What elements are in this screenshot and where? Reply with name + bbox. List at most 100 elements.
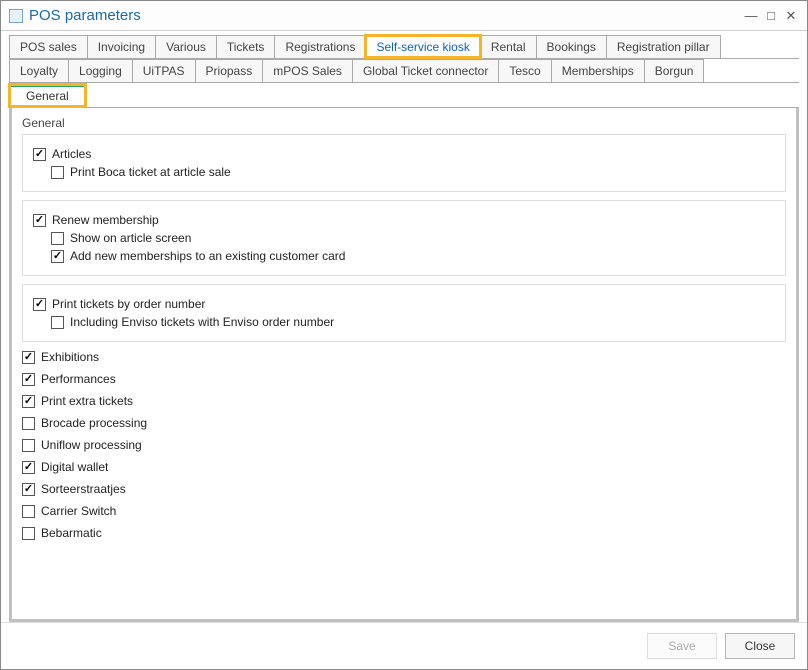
option-uniflow-processing: Uniflow processing bbox=[22, 438, 786, 452]
checkbox[interactable] bbox=[22, 417, 35, 430]
option-bebarmatic: Bebarmatic bbox=[22, 526, 786, 540]
option-add-new-memberships-to-an-existing-customer-card: Add new memberships to an existing custo… bbox=[51, 249, 775, 263]
subtabs-row: General bbox=[9, 84, 799, 108]
tab-label: Loyalty bbox=[20, 64, 58, 78]
tab-invoicing[interactable]: Invoicing bbox=[87, 35, 156, 58]
checkbox-label: Performances bbox=[41, 372, 116, 386]
tab-global-ticket-connector[interactable]: Global Ticket connector bbox=[352, 59, 499, 82]
tab-label: Bookings bbox=[547, 40, 596, 54]
tab-label: Rental bbox=[491, 40, 526, 54]
subtab-label: General bbox=[26, 89, 69, 103]
checkbox-label: Print tickets by order number bbox=[52, 297, 205, 311]
tab-label: Invoicing bbox=[98, 40, 145, 54]
checkbox[interactable] bbox=[33, 214, 46, 227]
checkbox-label: Print extra tickets bbox=[41, 394, 133, 408]
tab-label: Memberships bbox=[562, 64, 634, 78]
minimize-icon[interactable]: — bbox=[743, 9, 759, 23]
tab-label: Tesco bbox=[509, 64, 540, 78]
tab-self-service-kiosk[interactable]: Self-service kiosk bbox=[365, 35, 480, 58]
titlebar: POS parameters — □ ✕ bbox=[1, 1, 807, 31]
checkbox[interactable] bbox=[22, 439, 35, 452]
checkbox-label: Print Boca ticket at article sale bbox=[70, 165, 231, 179]
option-articles: Articles bbox=[33, 147, 775, 161]
tab-label: Logging bbox=[79, 64, 122, 78]
checkbox[interactable] bbox=[22, 461, 35, 474]
option-print-boca-ticket-at-article-sale: Print Boca ticket at article sale bbox=[51, 165, 775, 179]
checkbox-label: Add new memberships to an existing custo… bbox=[70, 249, 345, 263]
tab-tesco[interactable]: Tesco bbox=[498, 59, 551, 82]
content-panel: General Articles Print Boca ticket at art… bbox=[9, 108, 799, 622]
checkbox-label: Including Enviso tickets with Enviso ord… bbox=[70, 315, 334, 329]
tab-pos-sales[interactable]: POS sales bbox=[9, 35, 88, 58]
section-header: General bbox=[22, 116, 786, 130]
tab-label: Priopass bbox=[206, 64, 253, 78]
tab-borgun[interactable]: Borgun bbox=[644, 59, 705, 82]
option-renew-membership: Renew membership bbox=[33, 213, 775, 227]
tab-label: Tickets bbox=[227, 40, 265, 54]
tab-uitpas[interactable]: UiTPAS bbox=[132, 59, 196, 82]
option-digital-wallet: Digital wallet bbox=[22, 460, 786, 474]
tab-label: Registration pillar bbox=[617, 40, 710, 54]
tab-label: Self-service kiosk bbox=[376, 40, 469, 54]
checkbox[interactable] bbox=[22, 351, 35, 364]
checkbox[interactable] bbox=[22, 527, 35, 540]
tab-loyalty[interactable]: Loyalty bbox=[9, 59, 69, 82]
tab-label: Registrations bbox=[285, 40, 355, 54]
checkbox-label: Show on article screen bbox=[70, 231, 191, 245]
tab-priopass[interactable]: Priopass bbox=[195, 59, 264, 82]
group-print-tickets-by-order-number: Print tickets by order number Including E… bbox=[22, 284, 786, 342]
checkbox-label: Renew membership bbox=[52, 213, 159, 227]
footer: Save Close bbox=[1, 622, 807, 669]
tab-registration-pillar[interactable]: Registration pillar bbox=[606, 35, 721, 58]
tab-memberships[interactable]: Memberships bbox=[551, 59, 645, 82]
group-renew-membership: Renew membership Show on article screen Ad… bbox=[22, 200, 786, 276]
checkbox-label: Carrier Switch bbox=[41, 504, 116, 518]
tab-bookings[interactable]: Bookings bbox=[536, 35, 607, 58]
tab-label: Global Ticket connector bbox=[363, 64, 488, 78]
checkbox-label: Brocade processing bbox=[41, 416, 147, 430]
tab-mpos-sales[interactable]: mPOS Sales bbox=[262, 59, 353, 82]
option-performances: Performances bbox=[22, 372, 786, 386]
checkbox-label: Sorteerstraatjes bbox=[41, 482, 126, 496]
tabs-row-2: Loyalty Logging UiTPAS Priopass mPOS Sales Gl… bbox=[9, 59, 799, 83]
checkbox[interactable] bbox=[33, 298, 46, 311]
tab-registrations[interactable]: Registrations bbox=[274, 35, 366, 58]
checkbox[interactable] bbox=[51, 250, 64, 263]
option-brocade-processing: Brocade processing bbox=[22, 416, 786, 430]
option-print-extra-tickets: Print extra tickets bbox=[22, 394, 786, 408]
save-button[interactable]: Save bbox=[647, 633, 717, 659]
checkbox-label: Uniflow processing bbox=[41, 438, 142, 452]
tab-label: POS sales bbox=[20, 40, 77, 54]
checkbox[interactable] bbox=[51, 232, 64, 245]
tab-label: Borgun bbox=[655, 64, 694, 78]
checkbox[interactable] bbox=[22, 373, 35, 386]
checkbox-label: Digital wallet bbox=[41, 460, 108, 474]
tab-label: mPOS Sales bbox=[273, 64, 342, 78]
checkbox[interactable] bbox=[51, 316, 64, 329]
option-including-enviso-tickets-with-enviso-order-number: Including Enviso tickets with Enviso ord… bbox=[51, 315, 775, 329]
option-carrier-switch: Carrier Switch bbox=[22, 504, 786, 518]
tabs-row-1: POS sales Invoicing Various Tickets Registra… bbox=[9, 35, 799, 59]
checkbox-label: Articles bbox=[52, 147, 91, 161]
checkbox[interactable] bbox=[22, 483, 35, 496]
option-print-tickets-by-order-number: Print tickets by order number bbox=[33, 297, 775, 311]
checkbox[interactable] bbox=[33, 148, 46, 161]
maximize-icon[interactable]: □ bbox=[763, 9, 779, 23]
subtab-general[interactable]: General bbox=[9, 84, 86, 107]
checkbox-label: Bebarmatic bbox=[41, 526, 102, 540]
tab-tickets[interactable]: Tickets bbox=[216, 35, 276, 58]
app-icon bbox=[9, 9, 23, 23]
tab-various[interactable]: Various bbox=[155, 35, 217, 58]
tabs-container: POS sales Invoicing Various Tickets Registra… bbox=[1, 31, 807, 108]
tab-rental[interactable]: Rental bbox=[480, 35, 537, 58]
option-show-on-article-screen: Show on article screen bbox=[51, 231, 775, 245]
tab-logging[interactable]: Logging bbox=[68, 59, 133, 82]
checkbox[interactable] bbox=[22, 395, 35, 408]
checkbox-label: Exhibitions bbox=[41, 350, 99, 364]
close-icon[interactable]: ✕ bbox=[783, 9, 799, 23]
checkbox[interactable] bbox=[51, 166, 64, 179]
tab-label: Various bbox=[166, 40, 206, 54]
group-articles: Articles Print Boca ticket at article sal… bbox=[22, 134, 786, 192]
checkbox[interactable] bbox=[22, 505, 35, 518]
close-button[interactable]: Close bbox=[725, 633, 795, 659]
